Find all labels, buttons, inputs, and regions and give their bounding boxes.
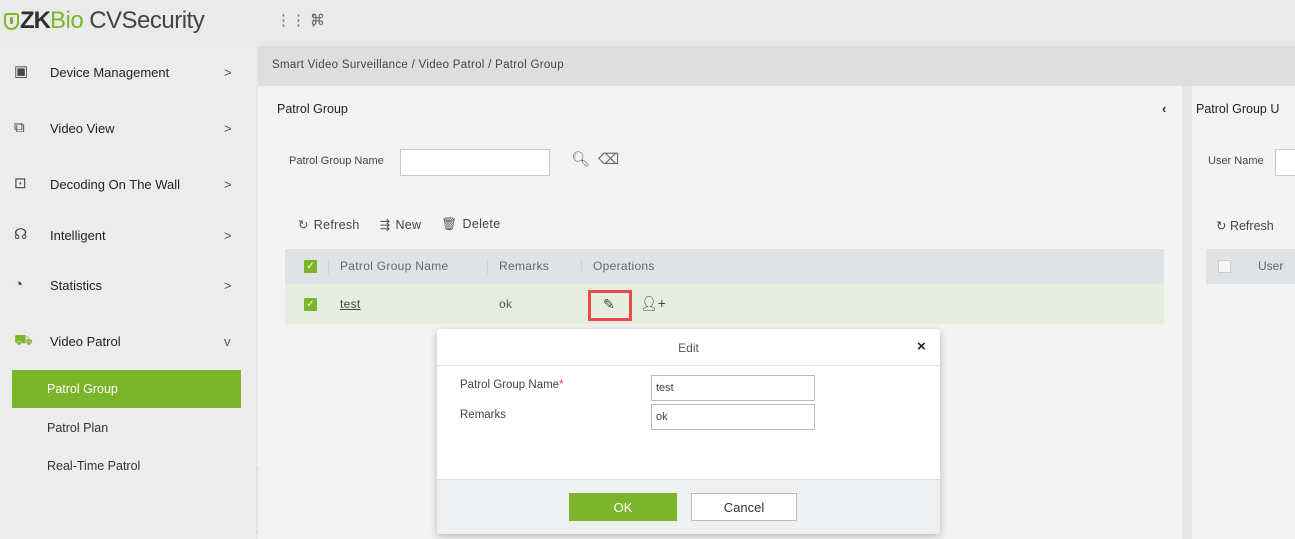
table-row[interactable]: ✓ test ok ✎ 👤︎+ bbox=[285, 284, 1164, 324]
refresh-label: Refresh bbox=[313, 218, 360, 232]
column-divider bbox=[581, 259, 582, 274]
logo-cvsecurity: CVSecurity bbox=[89, 7, 205, 34]
delete-label: Delete bbox=[462, 217, 501, 231]
sidebar-item-statistics[interactable]: ◔ Statistics > bbox=[0, 257, 256, 313]
remarks-label: Remarks bbox=[460, 409, 506, 421]
app-logo: ZK Bio CVSecurity bbox=[4, 6, 205, 36]
collapse-panel-icon[interactable]: ‹ bbox=[1162, 101, 1166, 116]
patrol-group-name-field[interactable] bbox=[651, 375, 815, 401]
delete-button[interactable]: 🗑︎ Delete bbox=[441, 217, 500, 232]
chevron-right-icon: > bbox=[224, 176, 232, 192]
edit-button-highlighted[interactable]: ✎ bbox=[588, 290, 632, 321]
right-refresh-label: Refresh bbox=[1229, 219, 1274, 233]
sidebar-item-intelligent[interactable]: ☊ Intelligent > bbox=[0, 207, 256, 263]
right-select-all-checkbox[interactable] bbox=[1218, 260, 1231, 273]
logo-zk: ZK bbox=[20, 7, 51, 34]
patrol-group-name-search-input[interactable] bbox=[400, 149, 550, 176]
toolbar: ↻ Refresh ⇶ New 🗑︎ Delete bbox=[298, 217, 500, 232]
add-user-icon[interactable]: 👤︎+ bbox=[640, 295, 666, 312]
refresh-button[interactable]: ↻ Refresh bbox=[298, 217, 360, 232]
sidebar-item-label: Intelligent bbox=[50, 227, 106, 243]
top-bar: ZK Bio CVSecurity ⋮⋮⋮ ⌘ bbox=[0, 0, 1295, 42]
dialog-divider bbox=[437, 365, 940, 366]
user-name-search-input[interactable] bbox=[1275, 149, 1295, 176]
table-header: ✓ Patrol Group Name Remarks Operations bbox=[285, 249, 1164, 284]
sidebar-item-label: Statistics bbox=[50, 277, 103, 293]
device-icon: ▣ bbox=[14, 63, 29, 80]
user-name-label: User Name bbox=[1208, 155, 1264, 167]
new-label: New bbox=[395, 218, 422, 232]
logo-bio: Bio bbox=[50, 7, 84, 34]
sidebar-item-label: Video Patrol bbox=[50, 333, 121, 349]
sidebar-subitem-patrol-plan[interactable]: Patrol Plan bbox=[12, 409, 241, 447]
column-header-remarks[interactable]: Remarks bbox=[499, 259, 549, 273]
video-view-icon: ⧉ bbox=[14, 119, 25, 136]
sidebar-subitem-patrol-group[interactable]: Patrol Group bbox=[12, 370, 241, 408]
sidebar-item-label: Video View bbox=[50, 120, 115, 136]
row-checkbox[interactable]: ✓ bbox=[304, 298, 317, 311]
remarks-field[interactable] bbox=[651, 404, 815, 430]
intelligent-icon: ☊ bbox=[14, 226, 28, 243]
sidebar-item-video-view[interactable]: ⧉ Video View > bbox=[0, 100, 256, 156]
chevron-right-icon: > bbox=[224, 64, 232, 80]
right-panel-title: Patrol Group U bbox=[1196, 102, 1280, 116]
right-table-header: User bbox=[1206, 249, 1295, 284]
monitor-icon: ⊡ bbox=[14, 175, 27, 192]
sidebar-item-device-management[interactable]: ▣ Device Management > bbox=[0, 44, 256, 100]
row-remarks: ok bbox=[499, 297, 513, 311]
new-button[interactable]: ⇶ New bbox=[380, 217, 422, 232]
shield-logo-icon bbox=[4, 12, 19, 30]
chevron-right-icon: > bbox=[224, 120, 232, 136]
search-icon[interactable]: 🔍︎ bbox=[571, 150, 590, 168]
column-divider bbox=[328, 259, 329, 274]
column-header-name[interactable]: Patrol Group Name bbox=[340, 259, 448, 273]
chevron-right-icon: > bbox=[224, 227, 232, 243]
cancel-button[interactable]: Cancel bbox=[691, 493, 797, 521]
chevron-down-icon: v bbox=[224, 333, 231, 349]
field-label-text: Remarks bbox=[460, 409, 507, 421]
close-icon[interactable]: × bbox=[917, 338, 926, 355]
sidebar-subitem-real-time-patrol[interactable]: Real-Time Patrol bbox=[12, 447, 241, 485]
search-label: Patrol Group Name bbox=[289, 155, 384, 167]
patrol-group-name-label: Patrol Group Name* bbox=[460, 379, 564, 391]
required-marker: * bbox=[559, 379, 564, 391]
sidebar-item-label: Decoding On The Wall bbox=[50, 176, 181, 192]
chevron-right-icon: > bbox=[224, 277, 232, 293]
page-title: Patrol Group bbox=[277, 102, 348, 116]
field-label-text: Patrol Group Name bbox=[460, 379, 560, 391]
pencil-edit-icon: ✎ bbox=[603, 296, 615, 312]
trash-icon: 🗑︎ bbox=[441, 217, 458, 231]
edit-dialog: Edit × Patrol Group Name* Remarks OK Can… bbox=[437, 329, 940, 534]
refresh-icon: ↻ bbox=[298, 218, 309, 232]
patrol-group-user-panel: Patrol Group U User Name ↻ Refresh User bbox=[1192, 86, 1295, 539]
right-refresh-button[interactable]: ↻ Refresh bbox=[1216, 218, 1274, 233]
sidebar-item-label: Device Management bbox=[50, 64, 170, 80]
select-all-checkbox[interactable]: ✓ bbox=[304, 260, 317, 273]
clear-eraser-icon[interactable]: ⌫ bbox=[598, 150, 619, 168]
column-divider bbox=[487, 259, 488, 274]
patrol-icon: ⛟ bbox=[14, 332, 33, 349]
sidebar-item-decoding-on-the-wall[interactable]: ⊡ Decoding On The Wall > bbox=[0, 156, 256, 212]
new-icon: ⇶ bbox=[379, 218, 391, 232]
column-header-user[interactable]: User bbox=[1258, 259, 1283, 273]
column-header-operations: Operations bbox=[593, 259, 655, 273]
row-name-link[interactable]: test bbox=[340, 297, 361, 311]
ok-button[interactable]: OK bbox=[569, 493, 677, 521]
refresh-icon: ↻ bbox=[1216, 219, 1230, 233]
sidebar: ▣ Device Management > ⧉ Video View > ⊡ D… bbox=[0, 42, 256, 539]
dialog-footer: OK Cancel bbox=[437, 479, 940, 534]
command-icon[interactable]: ⌘ bbox=[310, 11, 325, 29]
dialog-title: Edit bbox=[678, 341, 699, 355]
sidebar-item-video-patrol[interactable]: ⛟ Video Patrol v bbox=[0, 313, 256, 369]
pie-chart-icon: ◔ bbox=[14, 276, 24, 293]
breadcrumb: Smart Video Surveillance / Video Patrol … bbox=[258, 46, 1295, 86]
